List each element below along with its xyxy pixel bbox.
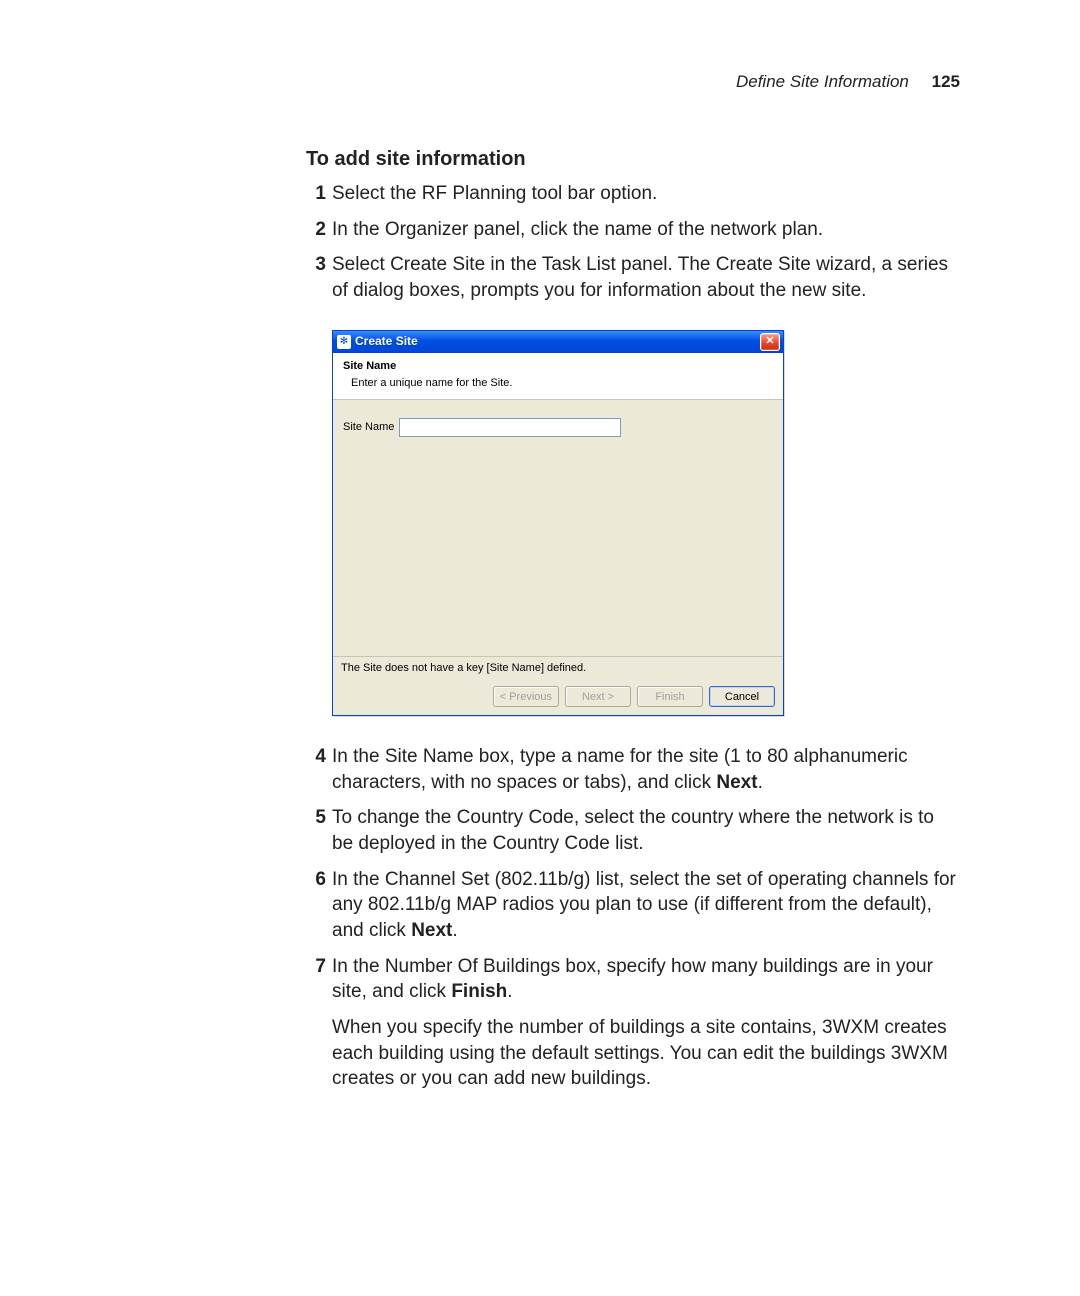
wizard-body: Site Name (333, 400, 783, 656)
finish-button[interactable]: Finish (637, 686, 703, 707)
wizard-header: Site Name Enter a unique name for the Si… (333, 353, 783, 401)
step-text-part: In the Site Name box, type a name for th… (332, 746, 908, 793)
step-6: In the Channel Set (802.11b/g) list, sel… (306, 867, 960, 944)
header-section-title: Define Site Information (736, 72, 909, 91)
next-button[interactable]: Next > (565, 686, 631, 707)
procedure-title: To add site information (306, 148, 960, 171)
dialog-titlebar[interactable]: ✻ Create Site ✕ (333, 331, 783, 353)
step-4: In the Site Name box, type a name for th… (306, 744, 960, 795)
step-text-bold: Next (411, 920, 452, 941)
wizard-header-title: Site Name (343, 359, 773, 374)
step-3: Select Create Site in the Task List pane… (306, 252, 960, 716)
step-text-part: In the Number Of Buildings box, specify … (332, 956, 933, 1003)
procedure-steps: Select the RF Planning tool bar option. … (306, 181, 960, 1092)
step-text: Select the RF Planning tool bar option. (332, 183, 657, 204)
content-column: To add site information Select the RF Pl… (306, 148, 960, 1092)
step-5: To change the Country Code, select the c… (306, 805, 960, 856)
step-text: In the Organizer panel, click the name o… (332, 219, 823, 240)
step-2: In the Organizer panel, click the name o… (306, 217, 960, 243)
previous-button[interactable]: < Previous (493, 686, 559, 707)
step-text-bold: Finish (451, 981, 507, 1002)
step-text-part: . (452, 920, 457, 941)
create-site-dialog-figure: ✻ Create Site ✕ Site Name Enter a unique… (332, 330, 960, 717)
wizard-status-text: The Site does not have a key [Site Name]… (333, 656, 783, 680)
wizard-header-subtitle: Enter a unique name for the Site. (351, 376, 773, 391)
running-header: Define Site Information 125 (120, 72, 960, 92)
step-text-part: . (758, 772, 763, 793)
wizard-button-row: < Previous Next > Finish Cancel (333, 680, 783, 715)
step-7: In the Number Of Buildings box, specify … (306, 954, 960, 1092)
site-name-label: Site Name (343, 420, 399, 435)
dialog-title: Create Site (355, 333, 760, 349)
close-icon[interactable]: ✕ (760, 333, 780, 351)
document-page: Define Site Information 125 To add site … (0, 0, 1080, 1162)
header-page-number: 125 (932, 72, 960, 91)
step-1: Select the RF Planning tool bar option. (306, 181, 960, 207)
step-text-bold: Next (716, 772, 757, 793)
create-site-dialog: ✻ Create Site ✕ Site Name Enter a unique… (332, 330, 784, 717)
site-name-row: Site Name (343, 418, 773, 437)
step-7-followup-paragraph: When you specify the number of buildings… (332, 1015, 960, 1092)
step-text: Select Create Site in the Task List pane… (332, 254, 948, 301)
step-text: To change the Country Code, select the c… (332, 807, 934, 854)
step-text-part: . (507, 981, 512, 1002)
site-name-input[interactable] (399, 418, 621, 437)
cancel-button[interactable]: Cancel (709, 686, 775, 707)
dialog-app-icon: ✻ (337, 335, 351, 349)
